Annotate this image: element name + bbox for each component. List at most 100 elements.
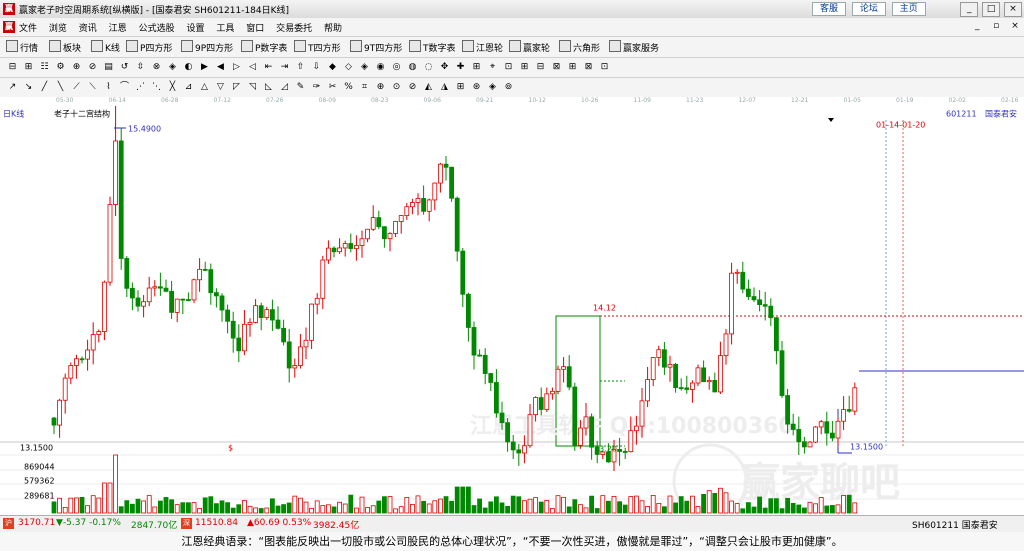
- draw-tool-icon[interactable]: ⊟: [6, 61, 19, 73]
- draw-tool-icon[interactable]: ⊗: [150, 61, 163, 73]
- mdi-minimize-button[interactable]: _: [970, 20, 984, 32]
- minimize-button[interactable]: _: [960, 2, 979, 17]
- draw-tool-icon[interactable]: ◁: [246, 61, 259, 73]
- draw-tool-icon[interactable]: ◇: [342, 61, 355, 73]
- mdi-close-button[interactable]: ×: [1008, 20, 1022, 32]
- mdi-restore-button[interactable]: ▫: [989, 20, 1003, 32]
- draw-tool-icon[interactable]: ✚: [454, 61, 467, 73]
- maximize-button[interactable]: □: [982, 2, 1001, 17]
- draw-tool-icon[interactable]: ↺: [118, 61, 131, 73]
- draw-tool-icon[interactable]: ⊞: [566, 61, 579, 73]
- draw-tool-icon[interactable]: ⊡: [598, 61, 611, 73]
- analysis-tool-icon[interactable]: ╲: [54, 81, 67, 93]
- analysis-tool-icon[interactable]: ✎: [294, 81, 307, 93]
- draw-tool-icon[interactable]: ⊟: [534, 61, 547, 73]
- draw-tool-icon[interactable]: ⇧: [294, 61, 307, 73]
- draw-tool-icon[interactable]: ⊞: [470, 61, 483, 73]
- draw-tool-icon[interactable]: ⊡: [502, 61, 515, 73]
- analysis-tool-icon[interactable]: ⊞: [454, 81, 467, 93]
- menu-gann[interactable]: 江恩: [109, 21, 127, 34]
- draw-tool-icon[interactable]: ⇤: [262, 61, 275, 73]
- analysis-tool-icon[interactable]: ⊘: [406, 81, 419, 93]
- analysis-tool-icon[interactable]: ◺: [262, 81, 275, 93]
- 9t-square-button[interactable]: 9T四方形: [350, 40, 402, 54]
- draw-tool-icon[interactable]: ◈: [358, 61, 371, 73]
- menu-file[interactable]: 文件: [19, 21, 37, 34]
- analysis-tool-icon[interactable]: ⟍: [86, 81, 99, 93]
- analysis-tool-icon[interactable]: ↗: [6, 81, 19, 93]
- menu-tools[interactable]: 工具: [216, 21, 234, 34]
- quotes-button[interactable]: 行情: [6, 40, 38, 54]
- menu-formula[interactable]: 公式选股: [139, 21, 175, 34]
- menu-help[interactable]: 帮助: [324, 21, 342, 34]
- kline-button[interactable]: K线: [91, 40, 120, 54]
- analysis-tool-icon[interactable]: ⟋: [70, 81, 83, 93]
- t-number-table-button[interactable]: T数字表: [409, 40, 456, 54]
- analysis-tool-icon[interactable]: ⌗: [358, 81, 371, 93]
- winner-service-button[interactable]: 赢家服务: [609, 40, 659, 54]
- analysis-tool-icon[interactable]: ⋰: [134, 81, 147, 93]
- p-square-button[interactable]: P四方形: [126, 40, 172, 54]
- analysis-tool-icon[interactable]: ◈: [486, 81, 499, 93]
- draw-tool-icon[interactable]: ◌: [422, 61, 435, 73]
- customer-service-link[interactable]: 客服: [812, 2, 846, 16]
- draw-tool-icon[interactable]: ▶: [198, 61, 211, 73]
- analysis-tool-icon[interactable]: ⋱: [150, 81, 163, 93]
- analysis-tool-icon[interactable]: ⊙: [390, 81, 403, 93]
- analysis-tool-icon[interactable]: ╳: [166, 81, 179, 93]
- draw-tool-icon[interactable]: ◈: [166, 61, 179, 73]
- analysis-tool-icon[interactable]: ◭: [422, 81, 435, 93]
- draw-tool-icon[interactable]: ⇥: [278, 61, 291, 73]
- analysis-tool-icon[interactable]: ◸: [230, 81, 243, 93]
- draw-tool-icon[interactable]: ◐: [182, 61, 195, 73]
- gann-wheel-button[interactable]: 江恩轮: [462, 40, 503, 54]
- draw-tool-icon[interactable]: ◀: [214, 61, 227, 73]
- forum-link[interactable]: 论坛: [851, 2, 886, 16]
- menu-trade[interactable]: 交易委托: [276, 21, 312, 34]
- analysis-tool-icon[interactable]: ▽: [214, 81, 227, 93]
- draw-tool-icon[interactable]: ⚙: [54, 61, 67, 73]
- kline-chart[interactable]: 江恩工具软件 QQ:100800360 赢家聊吧 liaoba.vip.com …: [0, 93, 1024, 520]
- analysis-tool-icon[interactable]: %: [342, 81, 355, 93]
- analysis-tool-icon[interactable]: △: [198, 81, 211, 93]
- hexagon-button[interactable]: 六角形: [559, 40, 600, 54]
- analysis-tool-icon[interactable]: ◿: [278, 81, 291, 93]
- p-number-table-button[interactable]: P数字表: [241, 40, 287, 54]
- draw-tool-icon[interactable]: ⊞: [22, 61, 35, 73]
- analysis-tool-icon[interactable]: ╱: [38, 81, 51, 93]
- draw-tool-icon[interactable]: ◎: [390, 61, 403, 73]
- draw-tool-icon[interactable]: ⊠: [550, 61, 563, 73]
- close-button[interactable]: ×: [1004, 2, 1022, 17]
- analysis-tool-icon[interactable]: ⌇: [102, 81, 115, 93]
- analysis-tool-icon[interactable]: ⊕: [374, 81, 387, 93]
- analysis-tool-icon[interactable]: ◹: [246, 81, 259, 93]
- analysis-tool-icon[interactable]: ✑: [310, 81, 323, 93]
- sector-button[interactable]: 板块: [49, 40, 81, 54]
- draw-tool-icon[interactable]: ◍: [406, 61, 419, 73]
- draw-tool-icon[interactable]: ⊕: [70, 61, 83, 73]
- analysis-tool-icon[interactable]: ⊛: [470, 81, 483, 93]
- home-link[interactable]: 主页: [891, 2, 926, 16]
- analysis-tool-icon[interactable]: ↘: [22, 81, 35, 93]
- draw-tool-icon[interactable]: ✥: [438, 61, 451, 73]
- draw-tool-icon[interactable]: ◆: [326, 61, 339, 73]
- draw-tool-icon[interactable]: ▷: [230, 61, 243, 73]
- winner-wheel-button[interactable]: 赢家轮: [509, 40, 550, 54]
- menu-window[interactable]: 窗口: [246, 21, 264, 34]
- draw-tool-icon[interactable]: ⇩: [310, 61, 323, 73]
- draw-tool-icon[interactable]: ⊠: [582, 61, 595, 73]
- draw-tool-icon[interactable]: ⊞: [518, 61, 531, 73]
- analysis-tool-icon[interactable]: ✂: [326, 81, 339, 93]
- draw-tool-icon[interactable]: ⌖: [486, 61, 499, 73]
- draw-tool-icon[interactable]: ⇳: [134, 61, 147, 73]
- menu-settings[interactable]: 设置: [186, 21, 204, 34]
- 9p-square-button[interactable]: 9P四方形: [181, 40, 233, 54]
- analysis-tool-icon[interactable]: ⊿: [182, 81, 195, 93]
- draw-tool-icon[interactable]: ▤: [102, 61, 115, 73]
- analysis-tool-icon[interactable]: ⌒: [118, 81, 131, 93]
- menu-news[interactable]: 资讯: [79, 21, 97, 34]
- draw-tool-icon[interactable]: ⊘: [86, 61, 99, 73]
- analysis-tool-icon[interactable]: ◮: [438, 81, 451, 93]
- draw-tool-icon[interactable]: ◉: [374, 61, 387, 73]
- draw-tool-icon[interactable]: ☷: [38, 61, 51, 73]
